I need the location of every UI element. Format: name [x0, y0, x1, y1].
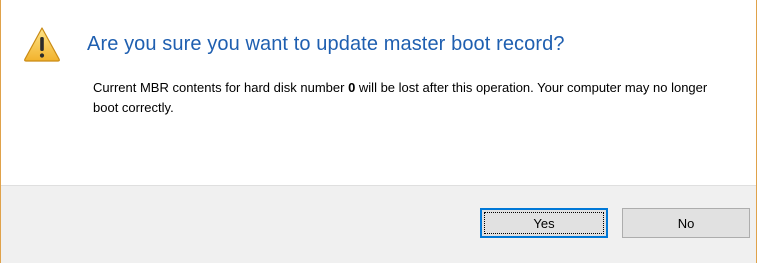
- focus-ring: [484, 212, 604, 234]
- dialog-message: Current MBR contents for hard disk numbe…: [93, 78, 733, 118]
- confirm-dialog: Are you sure you want to update master b…: [0, 0, 757, 263]
- dialog-button-bar: Yes No: [1, 185, 756, 263]
- dialog-title: Are you sure you want to update master b…: [87, 33, 565, 55]
- message-text-before: Current MBR contents for hard disk numbe…: [93, 80, 349, 95]
- yes-button[interactable]: Yes: [480, 208, 608, 238]
- warning-icon: [23, 26, 61, 62]
- dialog-content: Are you sure you want to update master b…: [1, 0, 756, 185]
- no-button-label: No: [677, 215, 695, 231]
- no-button[interactable]: No: [622, 208, 750, 238]
